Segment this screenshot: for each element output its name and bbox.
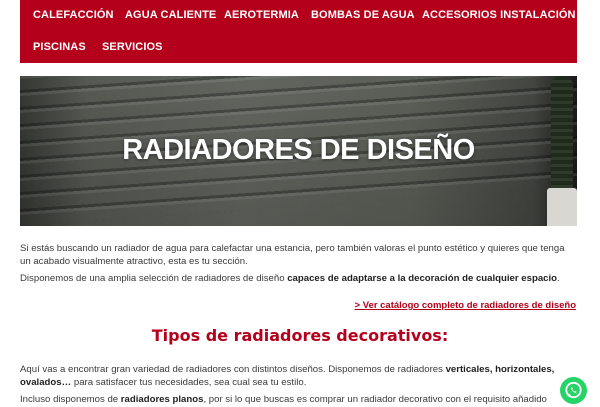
nav-item-aerotermia[interactable]: AEROTERMIA	[224, 9, 299, 21]
nav-item-accesorios-instalacion[interactable]: ACCESORIOS INSTALACIÓN	[422, 9, 576, 21]
plant-pot-image	[547, 188, 577, 226]
highlight-text: capaces de adaptarse a la decoración de …	[287, 273, 558, 284]
nav-item-servicios[interactable]: SERVICIOS	[102, 41, 163, 53]
nav-item-bombas-de-agua[interactable]: BOMBAS DE AGUA	[311, 9, 415, 21]
nav-item-calefaccion[interactable]: CALEFACCIÓN	[33, 9, 114, 21]
whatsapp-icon	[565, 381, 582, 399]
catalog-link[interactable]: > Ver catálogo completo de radiadores de…	[355, 300, 576, 311]
intro-paragraph-2: Disponemos de una amplia selección de ra…	[20, 273, 560, 284]
flat-radiators-paragraph: Incluso disponemos de radiadores planos,…	[20, 394, 547, 405]
hero-banner: RADIADORES DE DISEÑO	[20, 76, 577, 226]
hero-title: RADIADORES DE DISEÑO	[122, 134, 475, 166]
highlight-text: radiadores planos	[120, 394, 204, 405]
nav-item-agua-caliente[interactable]: AGUA CALIENTE	[125, 9, 216, 21]
section-title: Tipos de radiadores decorativos:	[151, 326, 449, 345]
intro-paragraph: Si estás buscando un radiador de agua pa…	[20, 243, 565, 267]
main-nav: CALEFACCIÓN AGUA CALIENTE AEROTERMIA BOM…	[20, 0, 577, 63]
types-paragraph: Aquí vas a encontrar gran variedad de ra…	[20, 364, 555, 388]
whatsapp-button[interactable]	[560, 377, 587, 404]
nav-item-piscinas[interactable]: PISCINAS	[33, 41, 86, 53]
